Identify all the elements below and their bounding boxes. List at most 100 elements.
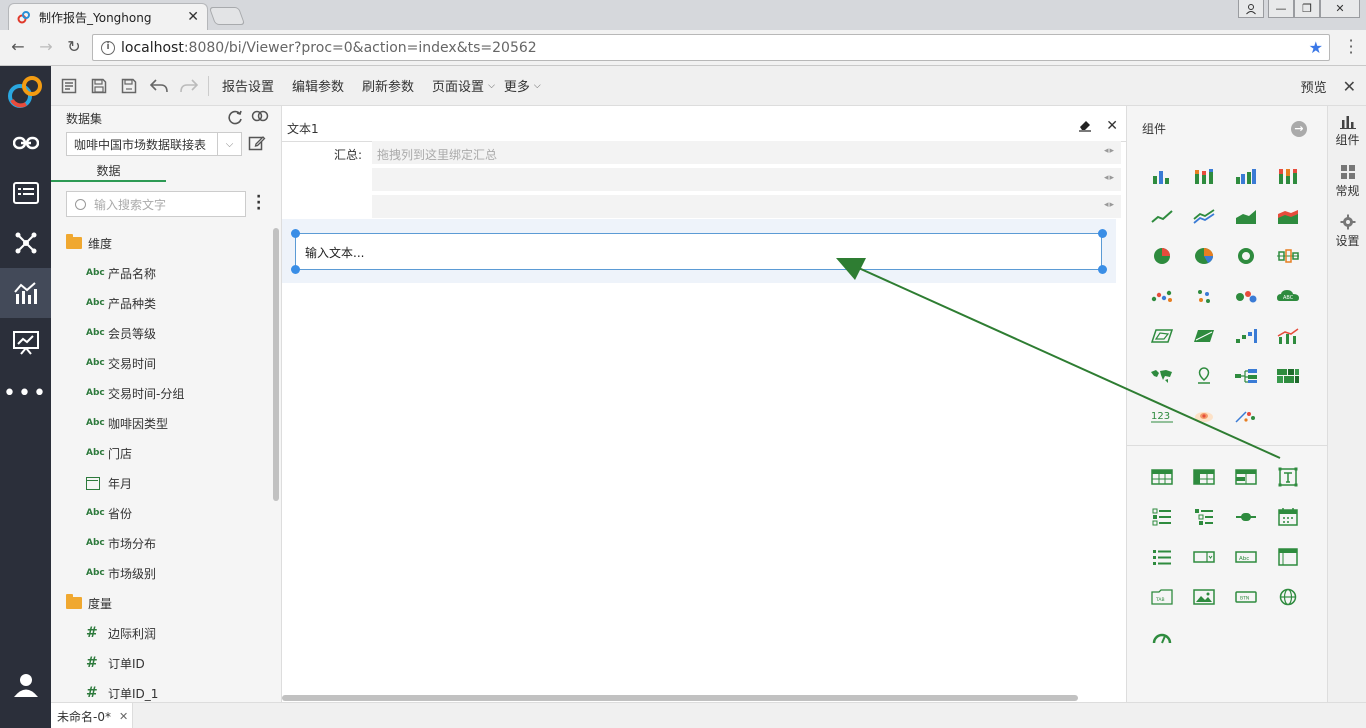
new-tab-button[interactable]: [208, 7, 246, 25]
field-search-input[interactable]: 输入搜索文字: [66, 191, 246, 217]
browser-tab[interactable]: 制作报告_Yonghong ✕: [8, 3, 208, 30]
browser-menu-icon[interactable]: · · ·: [1346, 33, 1356, 61]
button-component-icon[interactable]: BTN: [1225, 577, 1267, 617]
tree-field-item[interactable]: Abc 市场分布: [51, 528, 273, 558]
binding-row[interactable]: ◂▸: [372, 168, 1121, 192]
user-avatar-icon[interactable]: [0, 660, 51, 710]
grouped-bar-icon[interactable]: [1225, 156, 1267, 196]
tab-settings[interactable]: 设置: [1328, 206, 1366, 256]
radar-chart-icon[interactable]: [1141, 316, 1183, 356]
tree-folder-dimensions[interactable]: 维度: [51, 228, 273, 258]
resize-handle[interactable]: [1098, 229, 1107, 238]
tree-field-item[interactable]: # 订单ID: [51, 648, 273, 678]
forward-arrow-icon[interactable]: →: [36, 37, 56, 56]
nav-report-icon[interactable]: [0, 268, 51, 318]
binding-row[interactable]: ◂▸: [372, 195, 1121, 219]
text-component-icon[interactable]: [1267, 457, 1309, 497]
redo-icon[interactable]: [174, 66, 204, 106]
world-map-icon[interactable]: [1141, 356, 1183, 396]
nav-dataset-icon[interactable]: [0, 168, 51, 218]
table-icon[interactable]: [1141, 457, 1183, 497]
table-component-grid[interactable]: Abc TAB BTN: [1141, 457, 1309, 657]
restore-icon[interactable]: ❐: [1294, 0, 1320, 18]
nav-more-icon[interactable]: •••: [0, 368, 51, 418]
box-plot-icon[interactable]: [1267, 236, 1309, 276]
save-icon[interactable]: [84, 66, 114, 106]
reload-icon[interactable]: ↻: [64, 37, 84, 56]
tab-components[interactable]: 组件: [1328, 106, 1366, 156]
tree-field-item[interactable]: Abc 省份: [51, 498, 273, 528]
donut-chart-icon[interactable]: [1225, 236, 1267, 276]
edit-params-button[interactable]: 编辑参数: [292, 76, 344, 95]
preview-button[interactable]: 预览: [1301, 77, 1327, 96]
nav-link-icon[interactable]: [0, 118, 51, 168]
canvas-horizontal-scrollbar[interactable]: [282, 695, 1078, 701]
close-window-icon[interactable]: ✕: [1320, 0, 1360, 18]
tab-container-icon[interactable]: [1267, 537, 1309, 577]
refresh-params-button[interactable]: 刷新参数: [362, 76, 414, 95]
more-button[interactable]: 更多: [504, 76, 530, 95]
bar-chart-icon[interactable]: [1141, 156, 1183, 196]
heat-grid-icon[interactable]: [1267, 356, 1309, 396]
tree-field-item[interactable]: Abc 会员等级: [51, 318, 273, 348]
tree-field-item[interactable]: 年月: [51, 468, 273, 498]
new-report-icon[interactable]: [54, 66, 84, 106]
kpi-number-icon[interactable]: 123: [1141, 396, 1183, 436]
nav-network-icon[interactable]: [0, 218, 51, 268]
report-tab[interactable]: 未命名-0* ✕: [51, 703, 133, 728]
back-arrow-icon[interactable]: ←: [8, 37, 28, 56]
tree-map-icon[interactable]: [1225, 356, 1267, 396]
multi-line-icon[interactable]: [1183, 196, 1225, 236]
tree-folder-measures[interactable]: 度量: [51, 588, 273, 618]
resize-handle[interactable]: [291, 229, 300, 238]
percent-bar-icon[interactable]: [1267, 156, 1309, 196]
tree-field-item[interactable]: Abc 市场级别: [51, 558, 273, 588]
tree-field-item[interactable]: Abc 咖啡因类型: [51, 408, 273, 438]
row-arrows-icon[interactable]: ◂▸: [1104, 173, 1115, 183]
dot-plot-icon[interactable]: [1183, 276, 1225, 316]
resize-handle[interactable]: [1098, 265, 1107, 274]
tab-general[interactable]: 常规: [1328, 156, 1366, 206]
area-chart-icon[interactable]: [1225, 196, 1267, 236]
tree-field-item[interactable]: Abc 产品名称: [51, 258, 273, 288]
tree-field-item[interactable]: Abc 交易时间: [51, 348, 273, 378]
calendar-filter-icon[interactable]: [1267, 497, 1309, 537]
edit-dataset-icon[interactable]: [248, 134, 266, 152]
close-report-tab-icon[interactable]: ✕: [119, 710, 128, 723]
undo-icon[interactable]: [144, 66, 174, 106]
close-component-icon[interactable]: ✕: [1106, 118, 1118, 134]
stacked-bar-icon[interactable]: [1183, 156, 1225, 196]
close-icon[interactable]: ✕: [1343, 77, 1356, 96]
row-arrows-icon[interactable]: ◂▸: [1104, 200, 1115, 210]
tree-filter-icon[interactable]: [1183, 497, 1225, 537]
list-options-icon[interactable]: · · ·: [256, 190, 261, 216]
pie-3d-icon[interactable]: [1183, 236, 1225, 276]
magic-wand-icon[interactable]: [1225, 396, 1267, 436]
combo-box-icon[interactable]: [1183, 537, 1225, 577]
dataset-select[interactable]: 咖啡中国市场数据联接表 ⌵: [66, 132, 242, 156]
bubble-chart-icon[interactable]: [1225, 276, 1267, 316]
combo-chart-icon[interactable]: [1267, 316, 1309, 356]
tab-data[interactable]: 数据: [51, 162, 166, 182]
pie-chart-icon[interactable]: [1141, 236, 1183, 276]
stacked-area-icon[interactable]: [1267, 196, 1309, 236]
tree-field-item[interactable]: # 边际利润: [51, 618, 273, 648]
map-pin-icon[interactable]: [1183, 356, 1225, 396]
image-icon[interactable]: [1183, 577, 1225, 617]
bookmark-star-icon[interactable]: ★: [1309, 38, 1323, 57]
close-tab-icon[interactable]: ✕: [187, 9, 199, 25]
parallel-chart-icon[interactable]: [1183, 316, 1225, 356]
url-field[interactable]: i localhost:8080/bi/Viewer?proc=0&action…: [92, 34, 1330, 61]
globe-web-icon[interactable]: [1267, 577, 1309, 617]
gauge-icon[interactable]: [1141, 617, 1183, 657]
line-chart-icon[interactable]: [1141, 196, 1183, 236]
freestyle-table-icon[interactable]: [1225, 457, 1267, 497]
resize-handle[interactable]: [291, 265, 300, 274]
heatmap-icon[interactable]: [1183, 396, 1225, 436]
page-settings-button[interactable]: 页面设置: [432, 76, 484, 95]
crosstab-icon[interactable]: [1183, 457, 1225, 497]
tree-field-item[interactable]: Abc 门店: [51, 438, 273, 468]
tree-field-item[interactable]: Abc 交易时间-分组: [51, 378, 273, 408]
refresh-icon[interactable]: [227, 109, 243, 125]
text-component-input[interactable]: 输入文本...: [295, 233, 1102, 270]
